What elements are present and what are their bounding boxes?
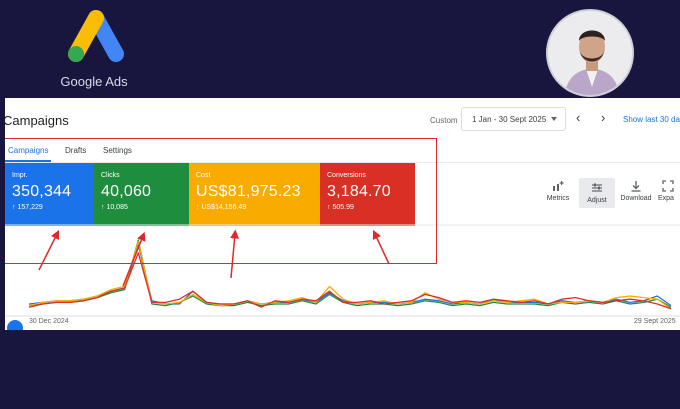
annotation-arrow bbox=[372, 229, 390, 265]
google-ads-logo-icon bbox=[68, 10, 124, 62]
annotation-arrows bbox=[38, 229, 390, 287]
annotation-arrow bbox=[38, 229, 60, 271]
google-ads-logo: Google Ads bbox=[58, 8, 130, 89]
avatar bbox=[546, 9, 634, 97]
google-ads-logo-text: Google Ads bbox=[60, 74, 128, 89]
person-photo-icon bbox=[548, 11, 632, 95]
annotation-arrow bbox=[122, 231, 146, 287]
annotation-arrow bbox=[230, 229, 240, 279]
campaigns-panel: Campaigns Custom 1 Jan - 30 Sept 2025 ‹ … bbox=[5, 98, 680, 330]
